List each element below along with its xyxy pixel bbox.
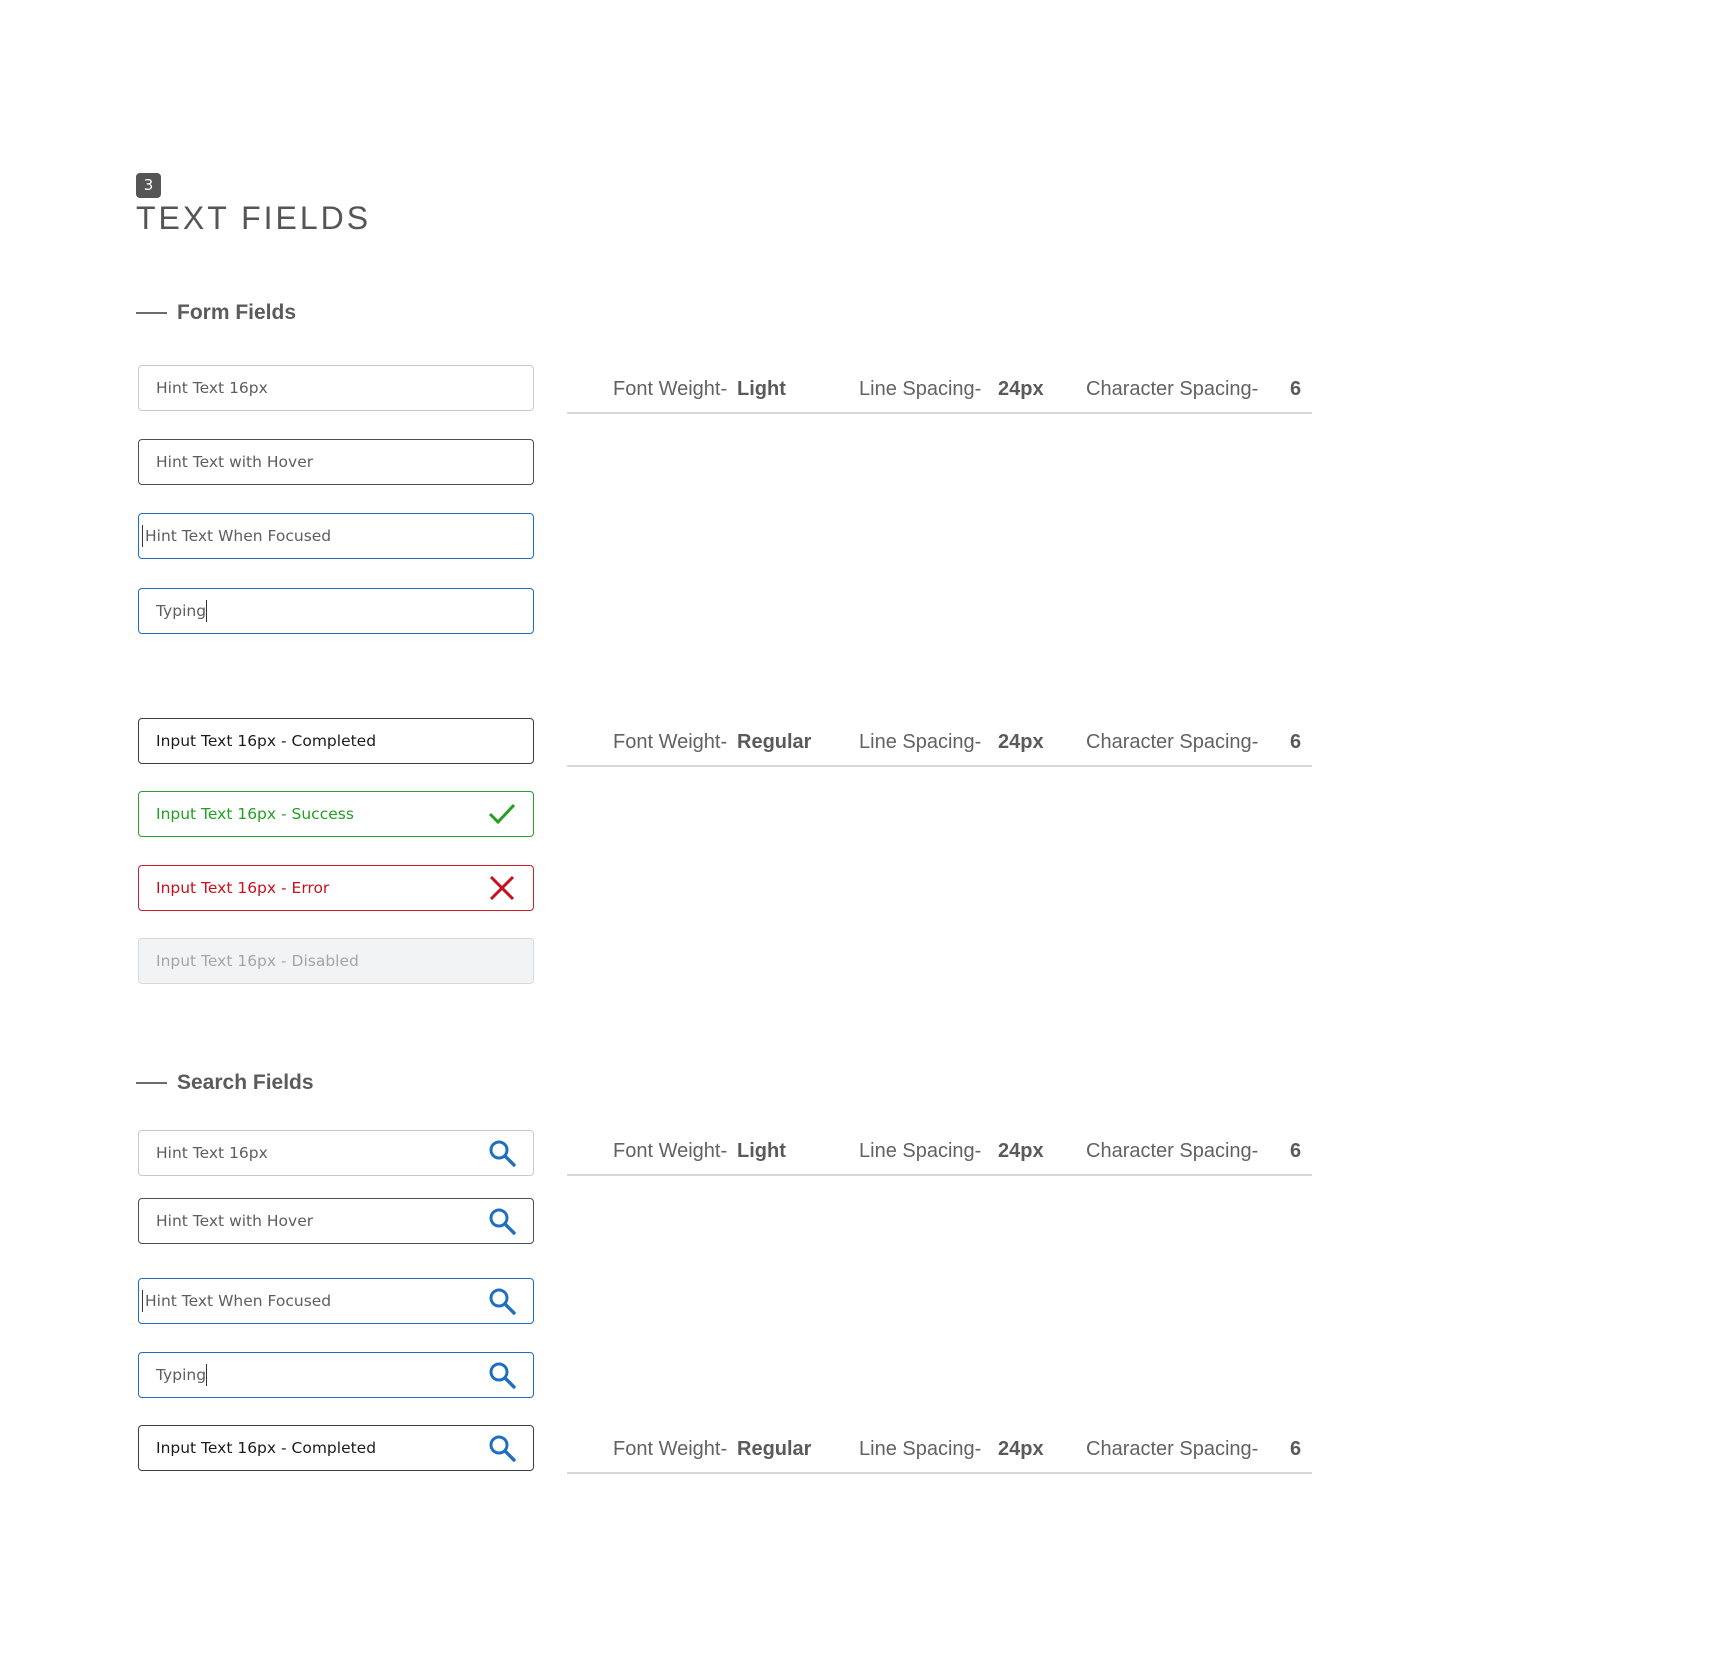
line-spacing-value: 24px bbox=[998, 731, 1044, 753]
form-field-typing[interactable]: Typing bbox=[138, 588, 534, 634]
search-icon[interactable] bbox=[487, 1433, 517, 1463]
search-icon[interactable] bbox=[487, 1138, 517, 1168]
form-field-disabled: Input Text 16px - Disabled bbox=[138, 938, 534, 984]
char-spacing-label: Character Spacing- bbox=[1086, 1140, 1259, 1162]
search-icon[interactable] bbox=[487, 1360, 517, 1390]
char-spacing-value: 6 bbox=[1290, 731, 1302, 753]
field-input-text: Input Text 16px - Error bbox=[156, 879, 330, 897]
form-field-hover[interactable]: Hint Text with Hover bbox=[138, 439, 534, 485]
form-fields-label: Form Fields bbox=[177, 301, 297, 324]
close-icon[interactable] bbox=[487, 873, 517, 903]
font-weight-label: Font Weight- bbox=[613, 1140, 728, 1162]
field-input-text: Input Text 16px - Completed bbox=[156, 732, 377, 750]
form-field-focused[interactable]: Hint Text When Focused bbox=[138, 513, 534, 559]
checkmark-icon bbox=[487, 799, 517, 829]
search-field-typing[interactable]: Typing bbox=[138, 1352, 534, 1398]
line-spacing-value: 24px bbox=[998, 1140, 1044, 1162]
spec-row-light: Font Weight- Light Line Spacing- 24px Ch… bbox=[567, 370, 1312, 414]
line-spacing-label: Line Spacing- bbox=[859, 731, 982, 753]
spec-row-search-light: Font Weight- Light Line Spacing- 24px Ch… bbox=[567, 1132, 1312, 1176]
search-fields-label: Search Fields bbox=[177, 1071, 314, 1094]
line-spacing-label: Line Spacing- bbox=[859, 1438, 982, 1460]
spec-row-regular: Font Weight- Regular Line Spacing- 24px … bbox=[567, 723, 1312, 767]
form-field-error[interactable]: Input Text 16px - Error bbox=[138, 865, 534, 911]
line-spacing-label: Line Spacing- bbox=[859, 378, 982, 400]
search-field-focused[interactable]: Hint Text When Focused bbox=[138, 1278, 534, 1324]
field-hint-text: Hint Text 16px bbox=[156, 379, 268, 397]
field-hint-text: Hint Text When Focused bbox=[145, 1292, 332, 1310]
text-caret bbox=[142, 525, 143, 547]
spec-row-search-regular: Font Weight- Regular Line Spacing- 24px … bbox=[567, 1430, 1312, 1474]
heading-dash bbox=[136, 1082, 167, 1084]
search-icon[interactable] bbox=[487, 1206, 517, 1236]
form-field-completed[interactable]: Input Text 16px - Completed bbox=[138, 718, 534, 764]
field-input-text: Input Text 16px - Disabled bbox=[156, 952, 359, 970]
char-spacing-value: 6 bbox=[1290, 1438, 1302, 1460]
page-title: TEXT FIELDS bbox=[136, 200, 372, 236]
field-input-text: Typing bbox=[156, 602, 207, 620]
font-weight-label: Font Weight- bbox=[613, 378, 728, 400]
text-caret bbox=[206, 1364, 208, 1386]
form-fields-heading: Form Fields bbox=[136, 301, 296, 325]
form-field-hint[interactable]: Hint Text 16px bbox=[138, 365, 534, 411]
font-weight-label: Font Weight- bbox=[613, 1438, 728, 1460]
search-field-hover[interactable]: Hint Text with Hover bbox=[138, 1198, 534, 1244]
field-input-text: Typing bbox=[156, 1366, 207, 1384]
char-spacing-value: 6 bbox=[1290, 378, 1302, 400]
line-spacing-value: 24px bbox=[998, 1438, 1044, 1460]
line-spacing-value: 24px bbox=[998, 378, 1044, 400]
field-hint-text: Hint Text with Hover bbox=[156, 1212, 314, 1230]
char-spacing-label: Character Spacing- bbox=[1086, 1438, 1259, 1460]
field-hint-text: Hint Text When Focused bbox=[145, 527, 332, 545]
search-field-hint[interactable]: Hint Text 16px bbox=[138, 1130, 534, 1176]
search-fields-heading: Search Fields bbox=[136, 1071, 314, 1095]
heading-dash bbox=[136, 312, 167, 314]
field-hint-text: Hint Text with Hover bbox=[156, 453, 314, 471]
char-spacing-label: Character Spacing- bbox=[1086, 378, 1259, 400]
font-weight-value: Light bbox=[737, 1140, 786, 1162]
text-caret bbox=[206, 600, 208, 622]
char-spacing-label: Character Spacing- bbox=[1086, 731, 1259, 753]
text-caret bbox=[142, 1290, 143, 1312]
font-weight-value: Regular bbox=[737, 731, 812, 753]
search-field-completed[interactable]: Input Text 16px - Completed bbox=[138, 1425, 534, 1471]
search-icon[interactable] bbox=[487, 1286, 517, 1316]
font-weight-label: Font Weight- bbox=[613, 731, 728, 753]
line-spacing-label: Line Spacing- bbox=[859, 1140, 982, 1162]
field-input-text: Input Text 16px - Completed bbox=[156, 1439, 377, 1457]
font-weight-value: Light bbox=[737, 378, 786, 400]
field-hint-text: Hint Text 16px bbox=[156, 1144, 268, 1162]
char-spacing-value: 6 bbox=[1290, 1140, 1302, 1162]
field-input-text: Input Text 16px - Success bbox=[156, 805, 354, 823]
section-number-badge: 3 bbox=[136, 173, 161, 198]
form-field-success[interactable]: Input Text 16px - Success bbox=[138, 791, 534, 837]
font-weight-value: Regular bbox=[737, 1438, 812, 1460]
